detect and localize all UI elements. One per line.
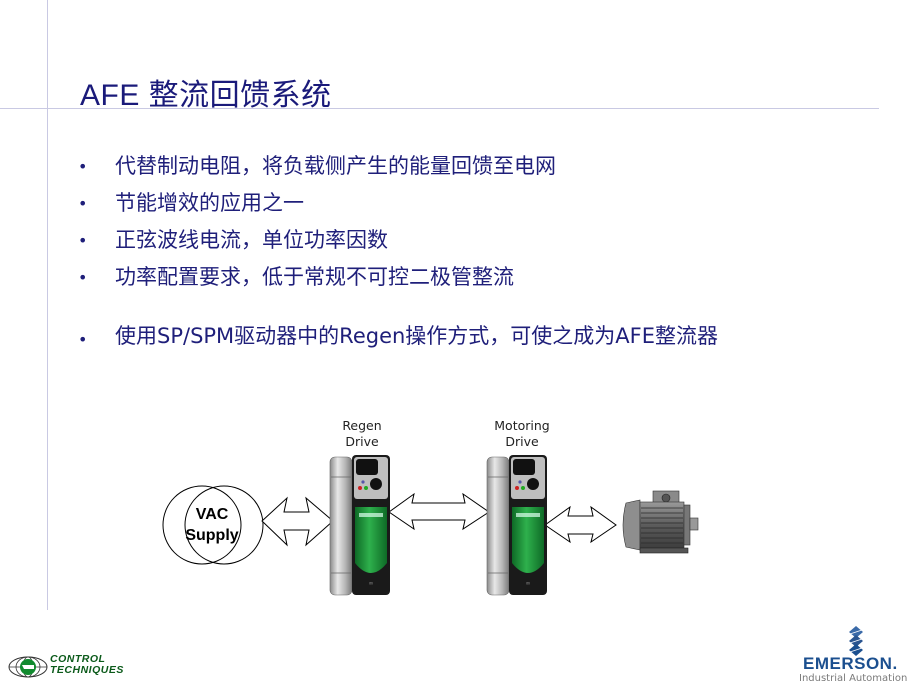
supply-label-line2: Supply	[185, 527, 238, 544]
supply-circle-left	[162, 485, 242, 565]
emerson-subtitle: Industrial Automation	[799, 673, 908, 684]
regen-drive-image: ∞	[329, 455, 390, 596]
emerson-wordmark: EMERSON.	[803, 654, 898, 673]
supply-label-line1: VAC	[196, 506, 229, 523]
supply-circle-right	[184, 485, 264, 565]
motor-icon	[622, 490, 699, 554]
double-arrow-icon	[388, 492, 490, 531]
svg-text:∞: ∞	[526, 580, 531, 587]
control-techniques-wordmark: CONTROL TECHNIQUES	[50, 654, 124, 676]
regen-system-diagram: VAC Supply ∞ ∞	[162, 455, 699, 596]
ct-line2: TECHNIQUES	[50, 664, 124, 676]
motoring-drive-image: ∞	[486, 455, 547, 596]
emerson-logo-mark	[849, 626, 863, 656]
double-arrow-icon	[544, 505, 617, 544]
double-arrow-icon	[261, 496, 334, 547]
svg-text:∞: ∞	[369, 580, 374, 587]
vac-supply-symbol: VAC Supply	[162, 485, 264, 565]
